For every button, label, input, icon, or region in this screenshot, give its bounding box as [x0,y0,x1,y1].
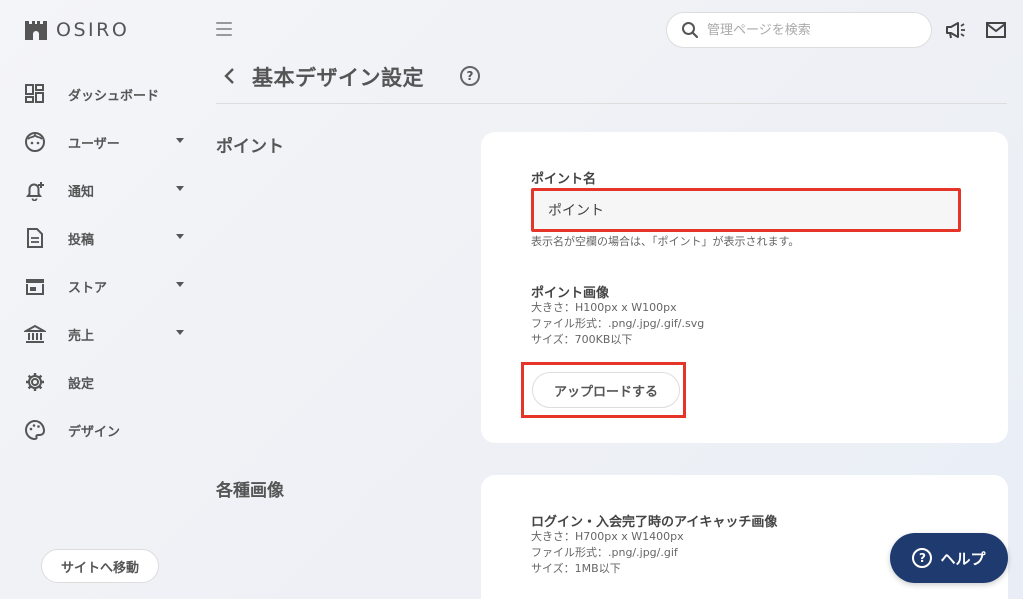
upload-button[interactable]: アップロードする [532,372,680,408]
bell-plus-icon [22,177,48,203]
sidebar: OSIRO ダッシュボード ユーザー 通知 投稿 ストア 売上 設定 デザイン … [0,0,200,599]
logo-text: OSIRO [56,19,130,41]
sidebar-item-label: デザイン [68,424,121,440]
help-button[interactable]: ? ヘルプ [890,533,1008,583]
eyecatch-image-size: 大きさ：H700px x W1400px [531,530,684,543]
sidebar-item-store[interactable]: ストア [22,262,192,310]
megaphone-icon[interactable] [945,20,967,40]
point-name-hint: 表示名が空欄の場合は、「ポイント」が表示されます。 [531,235,800,248]
eyecatch-image-format: ファイル形式：.png/.jpg/.gif [531,546,678,559]
sidebar-item-users[interactable]: ユーザー [22,118,192,166]
mail-icon[interactable] [985,20,1007,40]
sidebar-item-dashboard[interactable]: ダッシュボード [22,70,192,118]
user-face-icon [22,129,48,155]
sidebar-item-settings[interactable]: 設定 [22,358,192,406]
go-to-site-button[interactable]: サイトへ移動 [41,549,159,583]
sidebar-item-label: 投稿 [68,232,95,248]
back-chevron-icon[interactable] [222,66,238,86]
help-question-icon[interactable]: ? [460,66,480,86]
dashboard-icon [22,81,48,107]
sidebar-item-label: 設定 [68,376,95,392]
sidebar-item-design[interactable]: デザイン [22,406,192,454]
hamburger-menu-icon[interactable] [216,22,232,38]
sidebar-item-label: 通知 [68,184,95,200]
section-label-point: ポイント [216,137,284,157]
point-image-filesize: サイズ：700KB以下 [531,333,633,346]
point-image-size: 大きさ：H100px x W100px [531,301,677,314]
eyecatch-image-filesize: サイズ：1MB以下 [531,562,621,575]
search-input[interactable] [707,22,907,38]
sidebar-item-label: 売上 [68,328,95,344]
section-label-images: 各種画像 [216,481,284,501]
search-icon [682,22,699,39]
point-image-format: ファイル形式：.png/.jpg/.gif/.svg [531,317,705,330]
point-settings-card: ポイント名 表示名が空欄の場合は、「ポイント」が表示されます。 ポイント画像 大… [481,132,1008,443]
sidebar-item-label: ダッシュボード [68,88,160,104]
caret-down-icon [176,330,184,335]
sidebar-nav: ダッシュボード ユーザー 通知 投稿 ストア 売上 設定 デザイン [22,70,192,454]
help-button-label: ヘルプ [940,549,986,568]
caret-down-icon [176,186,184,191]
search-bar[interactable] [666,12,932,48]
help-question-icon: ? [912,548,933,568]
sidebar-item-posts[interactable]: 投稿 [22,214,192,262]
caret-down-icon [176,138,184,143]
point-name-label: ポイント名 [531,172,597,187]
eyecatch-image-label: ログイン・入会完了時のアイキャッチ画像 [531,515,778,530]
gear-icon [22,369,48,395]
bank-icon [22,321,48,347]
document-icon [22,225,48,251]
castle-logo-icon [25,21,47,40]
caret-down-icon [176,234,184,239]
page-title: 基本デザイン設定 [252,66,424,90]
caret-down-icon [176,282,184,287]
logo[interactable]: OSIRO [24,18,129,42]
sidebar-item-label: ストア [68,280,108,296]
sidebar-item-label: ユーザー [68,136,120,152]
upload-highlight: アップロードする [521,362,686,418]
sidebar-item-sales[interactable]: 売上 [22,310,192,358]
point-name-input[interactable] [531,188,961,232]
divider [216,103,1007,104]
sidebar-item-notifications[interactable]: 通知 [22,166,192,214]
store-icon [22,273,48,299]
point-image-label: ポイント画像 [531,286,610,301]
palette-icon [22,417,48,443]
